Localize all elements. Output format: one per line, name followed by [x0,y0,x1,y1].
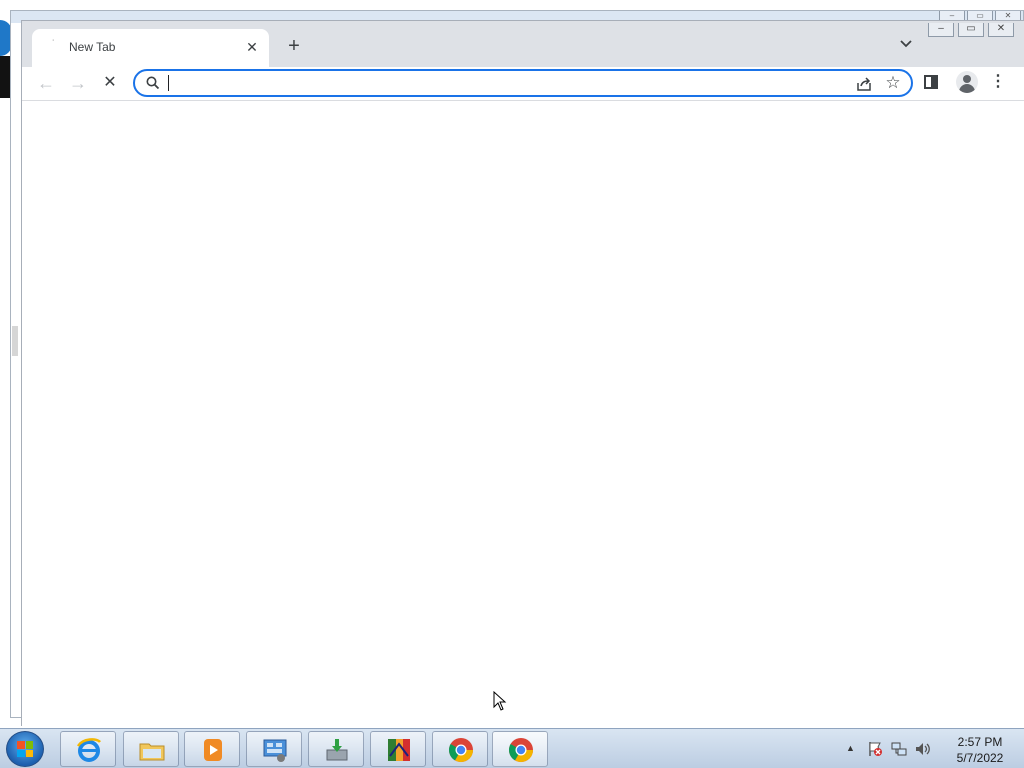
tab-close-button[interactable]: ✕ [243,38,261,56]
clock-date: 5/7/2022 [956,751,1004,765]
search-icon [146,76,160,90]
network-icon[interactable] [890,740,908,758]
taskbar-app-chrome[interactable] [432,731,488,767]
installer-icon [326,739,348,761]
taskbar-app-installer[interactable] [308,731,364,767]
media-player-icon [204,739,222,761]
minimize-button[interactable]: – [928,23,954,37]
stop-loading-button[interactable]: ✕ [97,70,123,96]
control-panel-icon [263,739,287,762]
forward-button[interactable]: → [65,70,91,96]
background-window-resize-handle [12,326,18,356]
chrome-window: ˙ New Tab ✕ + – ▭ ✕ ← → ✕ ☆ ⋮ [21,20,1024,726]
taskbar-app-chrome-active[interactable] [492,731,548,767]
taskbar: ▲ 2:57 PM 5/7/2022 [0,728,1024,768]
loading-icon: ˙ [52,39,56,50]
new-tab-button[interactable]: + [282,35,306,59]
address-input[interactable] [167,74,807,92]
tab-new-tab[interactable]: ˙ New Tab ✕ [32,29,269,67]
start-button[interactable] [6,731,44,767]
action-center-icon[interactable] [866,740,884,758]
volume-icon[interactable] [914,740,932,758]
maximize-button[interactable]: ▭ [958,23,984,37]
share-icon[interactable] [855,75,873,93]
bookmark-star-icon[interactable]: ☆ [883,73,903,93]
windows-logo-icon [17,741,33,757]
chevron-down-icon [900,40,912,48]
clock[interactable]: 2:57 PM 5/7/2022 [940,734,1020,766]
taskbar-app-avg[interactable] [370,731,426,767]
text-caret [168,75,169,91]
browser-toolbar: ← → ✕ ☆ ⋮ [22,67,1024,101]
tab-strip: ˙ New Tab ✕ + – ▭ ✕ [22,21,1024,67]
page-content [22,102,1024,726]
close-button[interactable]: ✕ [988,23,1014,37]
window-controls: – ▭ ✕ [928,23,1014,37]
avg-icon [388,739,410,761]
taskbar-app-media-player[interactable] [184,731,240,767]
chrome-icon [448,738,473,763]
back-button[interactable]: ← [33,70,59,96]
side-panel-icon[interactable] [924,75,938,89]
system-tray: ▲ 2:57 PM 5/7/2022 [840,729,1024,768]
taskbar-app-ie[interactable] [60,731,116,767]
taskbar-app-control-panel[interactable] [246,731,302,767]
taskbar-app-explorer[interactable] [123,731,179,767]
clock-time: 2:57 PM [957,735,1003,749]
chrome-icon [508,738,533,763]
folder-icon [139,743,165,761]
address-bar[interactable]: ☆ [133,69,913,97]
mouse-cursor-icon [493,691,507,711]
chrome-menu-icon[interactable]: ⋮ [990,71,1006,93]
ie-icon [76,738,101,762]
tab-title: New Tab [69,40,116,54]
tab-search-button[interactable] [896,37,916,57]
profile-avatar-icon[interactable] [956,71,978,93]
show-hidden-icons-button[interactable]: ▲ [846,743,855,753]
